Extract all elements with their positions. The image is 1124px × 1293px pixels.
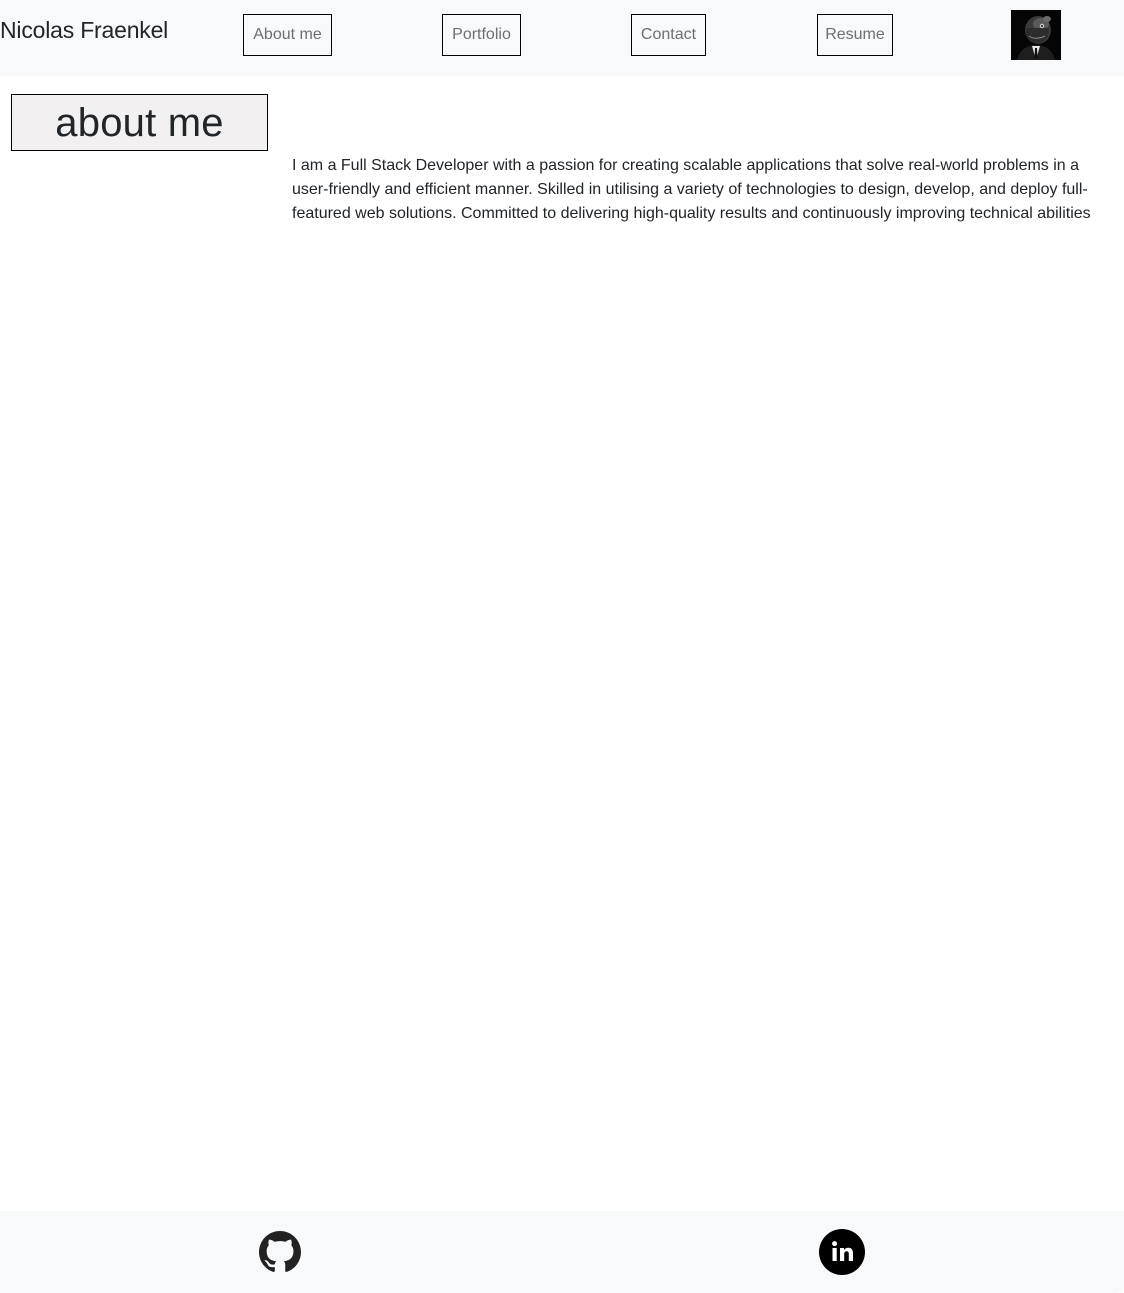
about-heading-box: about me (11, 94, 268, 151)
avatar-image (1011, 10, 1061, 60)
about-paragraph: I am a Full Stack Developer with a passi… (292, 157, 1091, 222)
linkedin-icon (819, 1229, 865, 1275)
footer (0, 1211, 1124, 1293)
linkedin-link[interactable] (819, 1229, 865, 1275)
avatar (1011, 10, 1061, 60)
page-title: about me (55, 100, 224, 145)
nav-resume-button[interactable]: Resume (817, 14, 893, 56)
nav-portfolio-button[interactable]: Portfolio (442, 14, 521, 56)
nav-contact-button[interactable]: Contact (631, 14, 706, 56)
github-icon (259, 1231, 301, 1272)
github-link[interactable] (259, 1231, 301, 1273)
nav-about-me-button[interactable]: About me (243, 14, 332, 56)
navbar: Nicolas Fraenkel About me Portfolio Cont… (0, 0, 1124, 76)
brand-name[interactable]: Nicolas Fraenkel (0, 17, 168, 44)
